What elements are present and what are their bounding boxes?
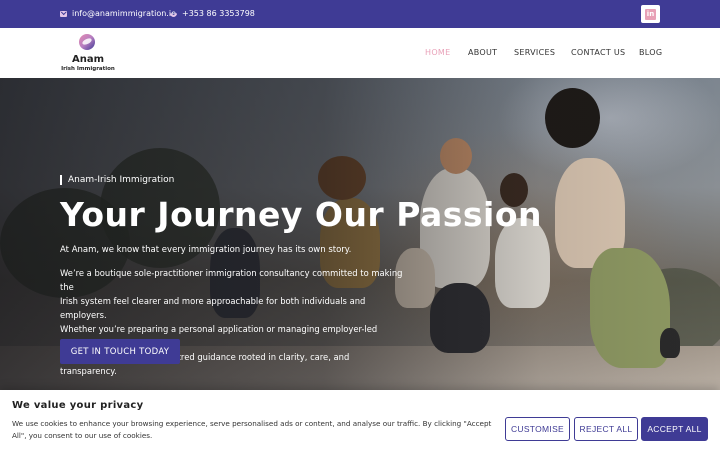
nav-contact-us[interactable]: CONTACT US <box>571 48 625 57</box>
email-text[interactable]: info@anamimmigration.ie <box>72 9 176 18</box>
hero-description-line: We’re a boutique sole-practitioner immig… <box>60 268 403 292</box>
cookie-text: We use cookies to enhance your browsing … <box>12 419 492 440</box>
accept-all-button[interactable]: ACCEPT ALL <box>641 417 708 441</box>
phone-link[interactable]: +353 86 3353798 <box>168 8 255 19</box>
top-bar: info@anamimmigration.ie +353 86 3353798 … <box>0 0 720 28</box>
customise-button[interactable]: CUSTOMISE <box>505 417 570 441</box>
hero-intro: At Anam, we know that every immigration … <box>60 245 352 255</box>
hero-tagline: Anam-Irish Immigration <box>60 175 174 185</box>
nav-blog[interactable]: BLOG <box>639 48 662 57</box>
logo-mark-icon <box>79 34 95 50</box>
mail-icon <box>60 10 67 17</box>
reject-all-button[interactable]: REJECT ALL <box>574 417 638 441</box>
nav-services[interactable]: SERVICES <box>514 48 555 57</box>
logo-subtitle: Irish Immigration <box>61 66 115 72</box>
cookie-banner: We value your privacy We use cookies to … <box>0 390 720 450</box>
phone-text[interactable]: +353 86 3353798 <box>182 9 255 18</box>
site-logo[interactable]: Anam Irish Immigration <box>60 34 116 74</box>
linkedin-icon: in <box>645 8 656 20</box>
hero-title: Your Journey Our Passion <box>60 195 543 234</box>
get-in-touch-button[interactable]: GET IN TOUCH TODAY <box>60 339 180 364</box>
site-header: Anam Irish Immigration HOME ABOUT SERVIC… <box>0 28 720 78</box>
email-link[interactable]: info@anamimmigration.ie <box>60 9 176 18</box>
linkedin-button[interactable]: in <box>641 5 660 23</box>
hero-description-line: Irish system feel clearer and more appro… <box>60 296 366 320</box>
nav-about[interactable]: ABOUT <box>468 48 497 57</box>
phone-icon <box>168 8 179 19</box>
nav-home[interactable]: HOME <box>425 48 450 57</box>
hero-section: Anam-Irish Immigration Your Journey Our … <box>0 78 720 390</box>
logo-name: Anam <box>71 54 105 65</box>
cookie-title: We value your privacy <box>12 400 144 411</box>
